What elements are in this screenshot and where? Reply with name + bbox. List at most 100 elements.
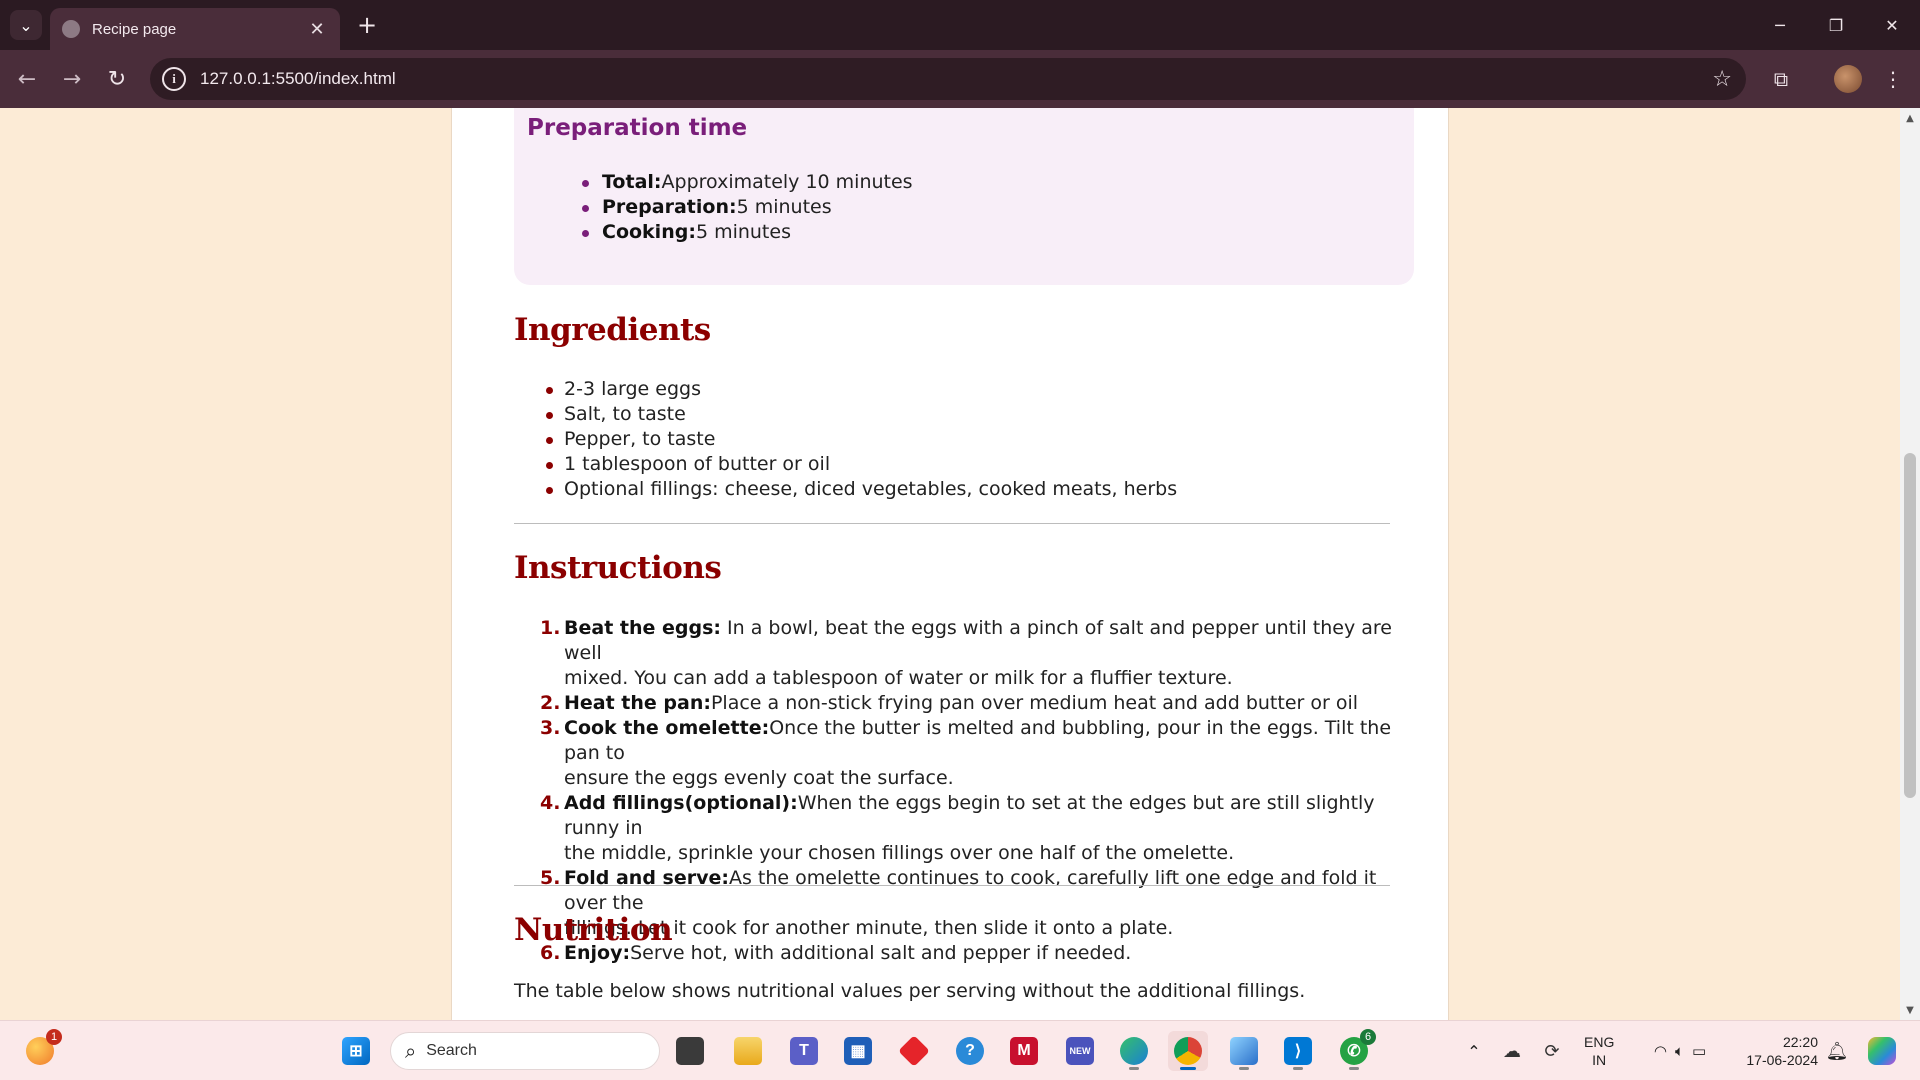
running-indicator bbox=[1349, 1067, 1359, 1070]
app-diamond-icon bbox=[898, 1035, 930, 1067]
notification-badge: 1 bbox=[46, 1029, 62, 1045]
taskbar-app-teams-new[interactable]: NEW bbox=[1060, 1031, 1100, 1071]
page-scrollbar[interactable]: ▲ ▼ bbox=[1900, 108, 1920, 1020]
tray-sync[interactable]: ⟳ bbox=[1534, 1031, 1570, 1071]
section-divider bbox=[514, 523, 1390, 524]
sync-icon: ⟳ bbox=[1544, 1040, 1560, 1062]
section-divider bbox=[514, 885, 1390, 886]
tray-onedrive[interactable]: ☁ bbox=[1494, 1031, 1530, 1071]
taskbar-app-file-explorer[interactable] bbox=[728, 1031, 768, 1071]
search-icon: ⌕ bbox=[405, 1039, 417, 1063]
tray-overflow-button[interactable]: ⌃ bbox=[1454, 1031, 1494, 1071]
nutrition-description: The table below shows nutritional values… bbox=[514, 980, 1306, 1002]
browser-tab[interactable]: Recipe page ✕ bbox=[50, 8, 340, 50]
running-indicator bbox=[1293, 1067, 1303, 1070]
prep-value: Approximately 10 minutes bbox=[661, 171, 913, 193]
list-item: 5. Fold and serve:As the omelette contin… bbox=[540, 866, 1404, 941]
new-tab-button[interactable]: + bbox=[352, 10, 382, 40]
url-text[interactable]: 127.0.0.1:5500/index.html bbox=[200, 69, 1712, 89]
preparation-heading: Preparation time bbox=[527, 115, 748, 141]
list-item: Cooking:5 minutes bbox=[582, 220, 913, 245]
scroll-down-icon[interactable]: ▼ bbox=[1900, 1002, 1920, 1018]
folder-icon bbox=[734, 1037, 762, 1065]
step-text: Place a non-stick frying pan over medium… bbox=[710, 692, 1359, 714]
reload-icon[interactable]: ↻ bbox=[100, 62, 134, 96]
extensions-icon[interactable]: ⧉ bbox=[1766, 64, 1796, 94]
language-indicator[interactable]: ENG IN bbox=[1584, 1033, 1614, 1069]
clock[interactable]: 22:20 17-06-2024 bbox=[1736, 1033, 1818, 1069]
taskbar-app-photos[interactable] bbox=[1224, 1031, 1264, 1071]
instructions-list: 1. Beat the eggs: In a bowl, beat the eg… bbox=[540, 616, 1404, 966]
step-number: 2. bbox=[540, 692, 561, 714]
taskbar-app-vscode[interactable]: ⟩ bbox=[1278, 1031, 1318, 1071]
more-menu-icon[interactable]: ⋮ bbox=[1878, 64, 1908, 94]
taskbar-app-red[interactable] bbox=[894, 1031, 934, 1071]
bell-icon: 🔔︎ bbox=[1825, 1040, 1849, 1062]
step-label: Beat the eggs: bbox=[564, 617, 721, 639]
list-item: Pepper, to taste bbox=[545, 427, 1177, 452]
prep-label: Cooking: bbox=[602, 221, 696, 243]
battery-icon: ▭ bbox=[1691, 1042, 1707, 1060]
address-bar[interactable]: i 127.0.0.1:5500/index.html ☆ bbox=[150, 58, 1746, 100]
list-item: Preparation:5 minutes bbox=[582, 195, 913, 220]
step-number: 3. bbox=[540, 717, 561, 739]
start-button[interactable]: ⊞ bbox=[336, 1031, 376, 1071]
restore-icon[interactable]: ❐ bbox=[1808, 0, 1864, 50]
taskbar-search[interactable]: ⌕ Search bbox=[390, 1032, 660, 1070]
taskbar-app-mcafee[interactable]: M bbox=[1004, 1031, 1044, 1071]
list-item: Salt, to taste bbox=[545, 402, 1177, 427]
list-item: 6. Enjoy:Serve hot, with additional salt… bbox=[540, 941, 1404, 966]
site-info-icon[interactable]: i bbox=[162, 67, 186, 91]
notifications-button[interactable]: 🔔︎ bbox=[1822, 1031, 1852, 1071]
page-viewport: Preparation time Total:Approximately 10 … bbox=[0, 108, 1900, 1020]
window-controls: ─ ❐ ✕ bbox=[1752, 0, 1920, 50]
taskbar-app-store[interactable]: ▦ bbox=[838, 1031, 878, 1071]
prep-label: Preparation: bbox=[602, 196, 737, 218]
copilot-button[interactable] bbox=[1862, 1031, 1902, 1071]
cloud-icon: ☁ bbox=[1503, 1040, 1521, 1062]
chrome-icon bbox=[1174, 1037, 1202, 1065]
region-code: IN bbox=[1592, 1052, 1607, 1068]
step-label: Heat the pan: bbox=[564, 692, 711, 714]
list-item: 1 tablespoon of butter or oil bbox=[545, 452, 1177, 477]
step-label: Add fillings(optional): bbox=[564, 792, 798, 814]
clock-time: 22:20 bbox=[1782, 1034, 1818, 1050]
teams-icon: T bbox=[790, 1037, 818, 1065]
step-number: 5. bbox=[540, 867, 561, 889]
windows-logo-icon: ⊞ bbox=[342, 1037, 370, 1065]
scrollbar-thumb[interactable] bbox=[1904, 453, 1916, 798]
taskbar-app-whatsapp[interactable]: ✆ 6 bbox=[1334, 1029, 1376, 1071]
browser-toolbar: ← → ↻ i 127.0.0.1:5500/index.html ☆ ⧉ ⋮ bbox=[0, 50, 1920, 108]
taskbar-app-help[interactable]: ? bbox=[950, 1031, 990, 1071]
quick-settings[interactable]: ◠ 🔈︎ ▭ bbox=[1632, 1031, 1728, 1071]
profile-avatar[interactable] bbox=[1834, 65, 1862, 93]
clock-date: 17-06-2024 bbox=[1746, 1052, 1818, 1068]
minimize-icon[interactable]: ─ bbox=[1752, 0, 1808, 50]
bookmark-star-icon[interactable]: ☆ bbox=[1712, 67, 1732, 92]
language-code: ENG bbox=[1584, 1034, 1615, 1050]
taskbar-app-task-view[interactable] bbox=[670, 1031, 710, 1071]
task-view-icon bbox=[676, 1037, 704, 1065]
forward-arrow-icon[interactable]: → bbox=[55, 62, 89, 96]
globe-icon bbox=[62, 20, 80, 38]
taskbar-app-teams[interactable]: T bbox=[784, 1031, 824, 1071]
step-text: mixed. You can add a tablespoon of water… bbox=[564, 667, 1233, 689]
back-arrow-icon[interactable]: ← bbox=[10, 62, 44, 96]
search-placeholder: Search bbox=[426, 1042, 477, 1059]
browser-title-bar: ⌄ Recipe page ✕ + ─ ❐ ✕ bbox=[0, 0, 1920, 50]
taskbar-app-edge[interactable] bbox=[1114, 1031, 1154, 1071]
step-number: 1. bbox=[540, 617, 561, 639]
step-number: 4. bbox=[540, 792, 561, 814]
taskbar-app-chrome[interactable] bbox=[1168, 1031, 1208, 1071]
list-item: 2-3 large eggs bbox=[545, 377, 1177, 402]
chevron-down-icon: ⌄ bbox=[19, 15, 33, 35]
tab-search-button[interactable]: ⌄ bbox=[10, 10, 42, 40]
close-tab-icon[interactable]: ✕ bbox=[306, 19, 328, 40]
tab-title: Recipe page bbox=[92, 20, 177, 38]
weather-widget[interactable]: 1 bbox=[20, 1029, 62, 1071]
scroll-up-icon[interactable]: ▲ bbox=[1900, 110, 1920, 126]
close-window-icon[interactable]: ✕ bbox=[1864, 0, 1920, 50]
preparation-list: Total:Approximately 10 minutes Preparati… bbox=[582, 170, 913, 245]
windows-taskbar: 1 ⊞ ⌕ Search T ▦ ? M NEW ⟩ ✆ 6 ⌃ ☁ ⟳ ENG… bbox=[0, 1020, 1920, 1080]
list-item: Optional fillings: cheese, diced vegetab… bbox=[545, 478, 1178, 500]
